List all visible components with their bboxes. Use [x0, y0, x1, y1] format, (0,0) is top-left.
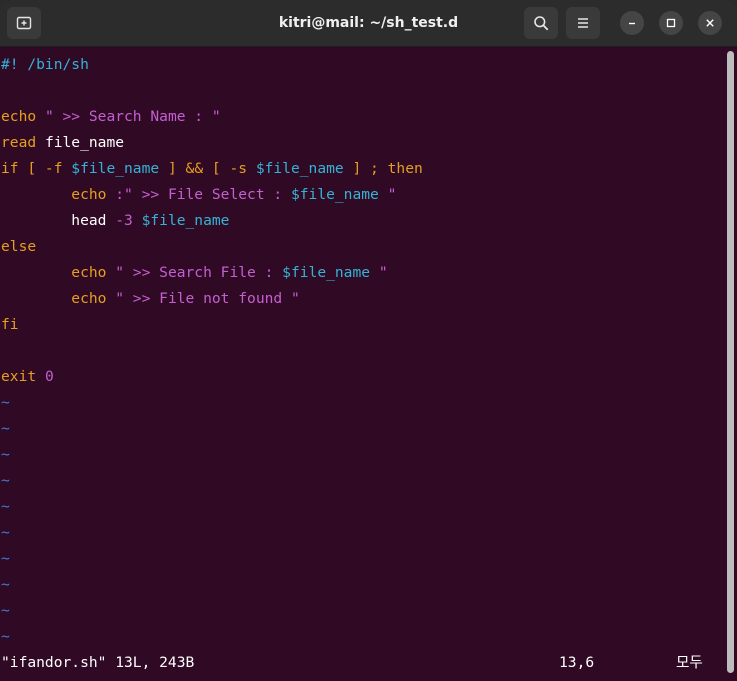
code-token: $file_name — [141, 212, 230, 229]
code-token: head — [1, 212, 116, 229]
code-token: ~ — [1, 628, 10, 645]
code-line: head -3 $file_name — [1, 208, 229, 234]
close-icon — [706, 19, 714, 27]
code-token: fi — [1, 316, 19, 333]
search-icon — [534, 16, 549, 31]
hamburger-menu-icon — [578, 18, 588, 28]
close-button[interactable] — [698, 11, 722, 35]
code-token: $file_name — [282, 264, 371, 281]
terminal-window: kitri@mail: ~/sh_test.d #! /bin/sh echo … — [0, 0, 737, 681]
search-button[interactable] — [524, 7, 558, 39]
code-token: ] && [ -s — [159, 160, 256, 177]
code-token: ~ — [1, 524, 10, 541]
code-token: " >> File not found " — [115, 290, 300, 307]
title-bar: kitri@mail: ~/sh_test.d — [0, 0, 737, 47]
code-token: ~ — [1, 602, 10, 619]
code-token: " — [370, 264, 388, 281]
minimize-icon — [629, 22, 635, 25]
vim-status-line: "ifandor.sh" 13L, 243B 13,6 모두 — [0, 650, 725, 676]
code-token: ~ — [1, 394, 10, 411]
empty-line-marker: ~ — [1, 416, 10, 442]
code-line: else — [1, 234, 36, 260]
scrollbar-thumb[interactable] — [727, 51, 734, 673]
code-token: $file_name — [71, 160, 160, 177]
file-info: "ifandor.sh" 13L, 243B — [1, 654, 195, 671]
code-token: " >> Search Name : " — [44, 108, 221, 125]
empty-line-marker: ~ — [1, 520, 10, 546]
vim-editor-area[interactable]: #! /bin/sh echo " >> Search Name : " read … — [0, 47, 725, 681]
code-token: $file_name — [255, 160, 344, 177]
code-token: 0 — [44, 368, 54, 385]
view-percentage: 모두 — [676, 654, 703, 671]
code-line: #! /bin/sh — [1, 52, 89, 78]
code-token: " >> Search File : — [115, 264, 283, 281]
code-line: exit 0 — [1, 364, 54, 390]
code-token: else — [1, 238, 37, 255]
code-token: echo — [1, 290, 116, 307]
code-line: read file_name — [1, 130, 124, 156]
maximize-icon — [666, 18, 676, 28]
code-token: ] ; then — [343, 160, 423, 177]
code-token: $file_name — [290, 186, 379, 203]
empty-line-marker: ~ — [1, 390, 10, 416]
maximize-button[interactable] — [659, 11, 683, 35]
new-tab-button[interactable] — [7, 7, 41, 39]
code-token: echo — [1, 186, 116, 203]
code-line: if [ -f $file_name ] && [ -s $file_name … — [1, 156, 423, 182]
code-token: echo — [1, 108, 45, 125]
empty-line-marker: ~ — [1, 598, 10, 624]
minimize-button[interactable] — [620, 11, 644, 35]
code-token: read — [1, 134, 45, 151]
cursor-position: 13,6 — [559, 654, 595, 671]
code-line: echo " >> Search Name : " — [1, 104, 221, 130]
empty-line-marker: ~ — [1, 546, 10, 572]
code-line: echo :" >> File Select : $file_name " — [1, 182, 396, 208]
new-tab-icon — [16, 16, 32, 30]
code-token: ~ — [1, 446, 10, 463]
empty-line-marker: ~ — [1, 494, 10, 520]
code-token: ~ — [1, 420, 10, 437]
code-line: echo " >> File not found " — [1, 286, 300, 312]
code-token: ~ — [1, 498, 10, 515]
code-line: fi — [1, 312, 19, 338]
code-token: #! /bin/sh — [1, 56, 89, 73]
code-token: exit — [1, 368, 45, 385]
code-token: " — [378, 186, 397, 203]
code-token: ~ — [1, 576, 10, 593]
code-token: echo — [1, 264, 116, 281]
code-token: file_name — [44, 134, 125, 151]
code-token: if [ -f — [1, 160, 72, 177]
empty-line-marker: ~ — [1, 572, 10, 598]
code-token: ~ — [1, 472, 10, 489]
code-token: :" >> File Select : — [115, 186, 291, 203]
empty-line-marker: ~ — [1, 442, 10, 468]
empty-line-marker: ~ — [1, 468, 10, 494]
code-token: -3 — [115, 212, 142, 229]
code-line: echo " >> Search File : $file_name " — [1, 260, 388, 286]
empty-line-marker: ~ — [1, 624, 10, 650]
scrollbar[interactable] — [725, 47, 737, 681]
code-token: ~ — [1, 550, 10, 567]
menu-button[interactable] — [566, 7, 600, 39]
